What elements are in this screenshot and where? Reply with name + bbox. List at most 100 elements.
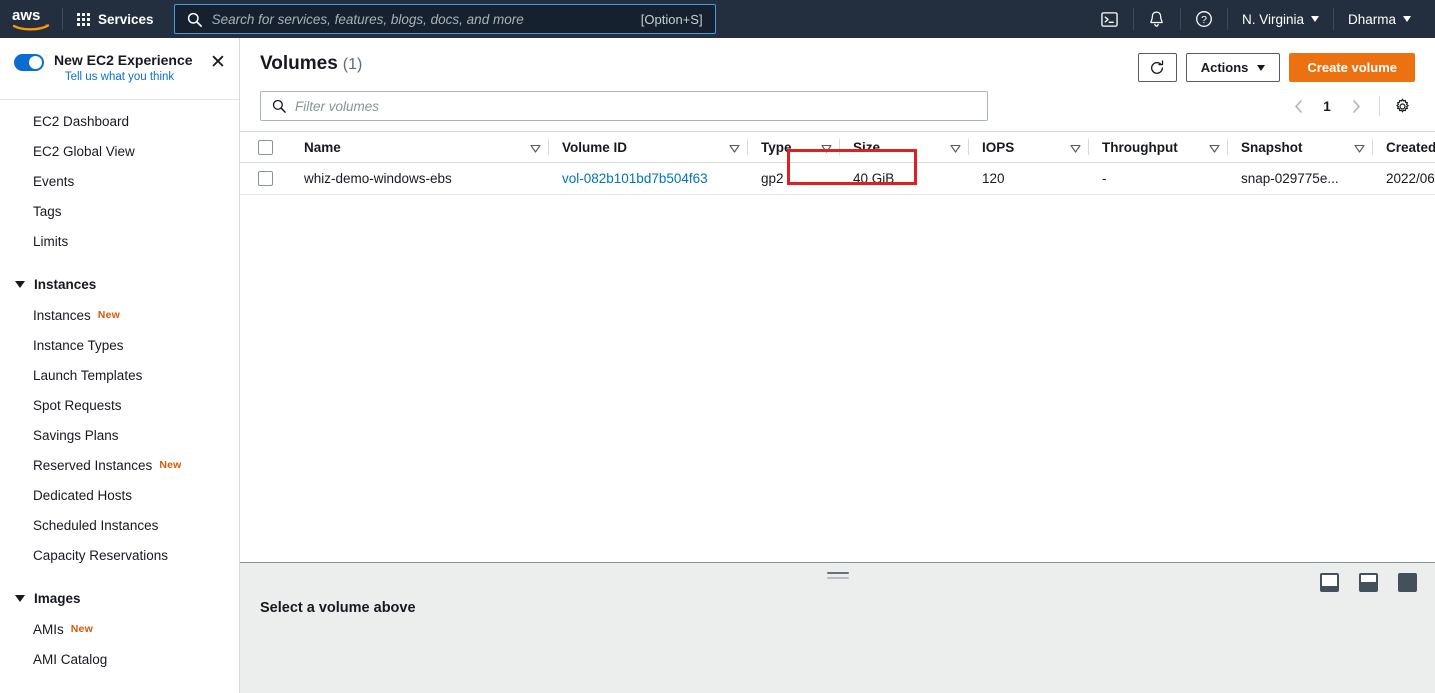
- main-content: Volumes (1) Actions Create volume Filter…: [240, 38, 1435, 693]
- sidebar-group-label: Instances: [34, 276, 97, 292]
- column-header-name[interactable]: Name: [290, 131, 548, 163]
- account-label: Dharma: [1347, 11, 1396, 27]
- services-menu-button[interactable]: Services: [63, 0, 168, 38]
- new-experience-toggle[interactable]: [14, 54, 44, 71]
- sidebar-item-limits[interactable]: Limits: [0, 226, 239, 256]
- sidebar-item-instance-types[interactable]: Instance Types: [0, 330, 239, 360]
- column-label: IOPS: [982, 139, 1015, 155]
- sidebar-item-label: Launch Templates: [33, 367, 143, 383]
- sidebar-item-savings-plans[interactable]: Savings Plans: [0, 420, 239, 450]
- previous-page-button[interactable]: [1284, 92, 1312, 120]
- filter-volumes-box[interactable]: [260, 91, 988, 121]
- new-badge: New: [97, 309, 120, 321]
- sidebar-item-amis[interactable]: AMIs New: [0, 614, 239, 644]
- sort-icon[interactable]: [1354, 144, 1365, 153]
- sort-icon[interactable]: [530, 144, 541, 153]
- volume-name: whiz-demo-windows-ebs: [304, 171, 452, 186]
- sidebar-item-label: Instances: [33, 307, 91, 323]
- sort-icon[interactable]: [729, 144, 740, 153]
- sidebar-group-images[interactable]: Images: [0, 582, 239, 614]
- region-selector[interactable]: N. Virginia: [1228, 0, 1333, 38]
- sidebar-item-label: Tags: [33, 203, 62, 219]
- sidebar-item-scheduled-instances[interactable]: Scheduled Instances: [0, 510, 239, 540]
- refresh-button[interactable]: [1137, 53, 1177, 82]
- feedback-link[interactable]: Tell us what you think: [54, 71, 199, 83]
- sidebar-item-label: Instance Types: [33, 337, 124, 353]
- header-actions: Actions Create volume: [1137, 53, 1415, 82]
- account-menu[interactable]: Dharma: [1334, 0, 1425, 38]
- close-icon[interactable]: ✕: [209, 53, 227, 72]
- column-header-snapshot[interactable]: Snapshot: [1227, 131, 1372, 163]
- panel-size-medium[interactable]: [1359, 573, 1378, 592]
- caret-down-icon: [15, 280, 25, 288]
- sidebar-item-events[interactable]: Events: [0, 166, 239, 196]
- sidebar-group-label: Images: [34, 590, 81, 606]
- volume-throughput: -: [1102, 171, 1107, 186]
- help-question-icon[interactable]: ?: [1181, 0, 1227, 38]
- sort-icon[interactable]: [950, 144, 961, 153]
- column-label: Name: [304, 139, 341, 155]
- actions-label: Actions: [1200, 60, 1249, 75]
- sort-icon[interactable]: [821, 144, 832, 153]
- sidebar-item-launch-templates[interactable]: Launch Templates: [0, 360, 239, 390]
- sidebar-item-label: Reserved Instances: [33, 457, 153, 473]
- sidebar-group-instances[interactable]: Instances: [0, 268, 239, 300]
- column-label: Snapshot: [1241, 139, 1303, 155]
- panel-size-small[interactable]: [1320, 573, 1339, 592]
- column-header-volume-id[interactable]: Volume ID: [548, 131, 747, 163]
- cloudshell-icon[interactable]: [1087, 0, 1133, 38]
- volumes-table-container: Name Volume ID Type Size IOPS Throughput…: [240, 131, 1435, 562]
- next-page-button[interactable]: [1342, 92, 1370, 120]
- new-experience-title: New EC2 Experience: [54, 52, 193, 68]
- column-header-iops[interactable]: IOPS: [968, 131, 1088, 163]
- table-preferences-button[interactable]: [1389, 93, 1415, 119]
- volume-created: 2022/06/07 0: [1386, 171, 1435, 186]
- volume-iops: 120: [982, 171, 1005, 186]
- actions-dropdown-button[interactable]: Actions: [1185, 53, 1281, 82]
- select-all-checkbox[interactable]: [258, 139, 273, 155]
- column-label: Throughput: [1102, 139, 1178, 155]
- grid-menu-icon: [77, 12, 90, 26]
- table-row[interactable]: whiz-demo-windows-ebs vol-082b101bd7b504…: [240, 162, 1435, 195]
- volume-id-link[interactable]: vol-082b101bd7b504f63: [562, 171, 708, 186]
- page-number-1[interactable]: 1: [1314, 93, 1340, 119]
- sidebar-item-dedicated-hosts[interactable]: Dedicated Hosts: [0, 480, 239, 510]
- sidebar-item-capacity-reservations[interactable]: Capacity Reservations: [0, 540, 239, 570]
- sidebar-item-reserved-instances[interactable]: Reserved Instances New: [0, 450, 239, 480]
- sidebar-item-ec2-global-view[interactable]: EC2 Global View: [0, 136, 239, 166]
- row-checkbox[interactable]: [258, 171, 273, 186]
- chevron-down-icon: [1257, 64, 1266, 71]
- chevron-right-icon: [1352, 99, 1360, 113]
- page-count: (1): [342, 56, 363, 73]
- filter-input[interactable]: [295, 98, 976, 114]
- sort-icon[interactable]: [1070, 144, 1081, 153]
- search-shortcut-hint: [Option+S]: [640, 11, 703, 27]
- aws-logo[interactable]: aws: [0, 0, 62, 38]
- create-volume-button[interactable]: Create volume: [1289, 53, 1415, 82]
- sidebar-item-ami-catalog[interactable]: AMI Catalog: [0, 644, 239, 674]
- sidebar-group-elastic-block-store[interactable]: Elastic Block Store: [0, 686, 239, 693]
- sidebar-navigation: New EC2 Experience Tell us what you thin…: [0, 38, 240, 693]
- column-label: Type: [761, 139, 792, 155]
- drag-handle-icon[interactable]: [826, 572, 849, 582]
- sidebar-item-label: Scheduled Instances: [33, 517, 159, 533]
- sidebar-item-spot-requests[interactable]: Spot Requests: [0, 390, 239, 420]
- column-header-size[interactable]: Size: [839, 131, 968, 163]
- sidebar-item-ec2-dashboard[interactable]: EC2 Dashboard: [0, 106, 239, 136]
- page-header: Volumes (1) Actions Create volume: [240, 38, 1435, 82]
- cell-snapshot: snap-029775e...: [1227, 162, 1372, 195]
- refresh-icon: [1151, 59, 1164, 74]
- panel-size-large[interactable]: [1398, 573, 1417, 592]
- panel-size-toggles: [1320, 573, 1417, 592]
- sidebar-item-instances[interactable]: Instances New: [0, 300, 239, 330]
- column-header-throughput[interactable]: Throughput: [1088, 131, 1227, 163]
- global-search-box[interactable]: [Option+S]: [173, 4, 716, 34]
- sort-icon[interactable]: [1209, 144, 1220, 153]
- sidebar-item-label: Dedicated Hosts: [33, 487, 133, 503]
- search-input[interactable]: [211, 11, 631, 27]
- column-header-created[interactable]: Created: [1372, 131, 1435, 163]
- filter-row: 1: [240, 82, 1435, 121]
- notifications-bell-icon[interactable]: [1134, 0, 1180, 38]
- sidebar-item-tags[interactable]: Tags: [0, 196, 239, 226]
- column-header-type[interactable]: Type: [747, 131, 839, 163]
